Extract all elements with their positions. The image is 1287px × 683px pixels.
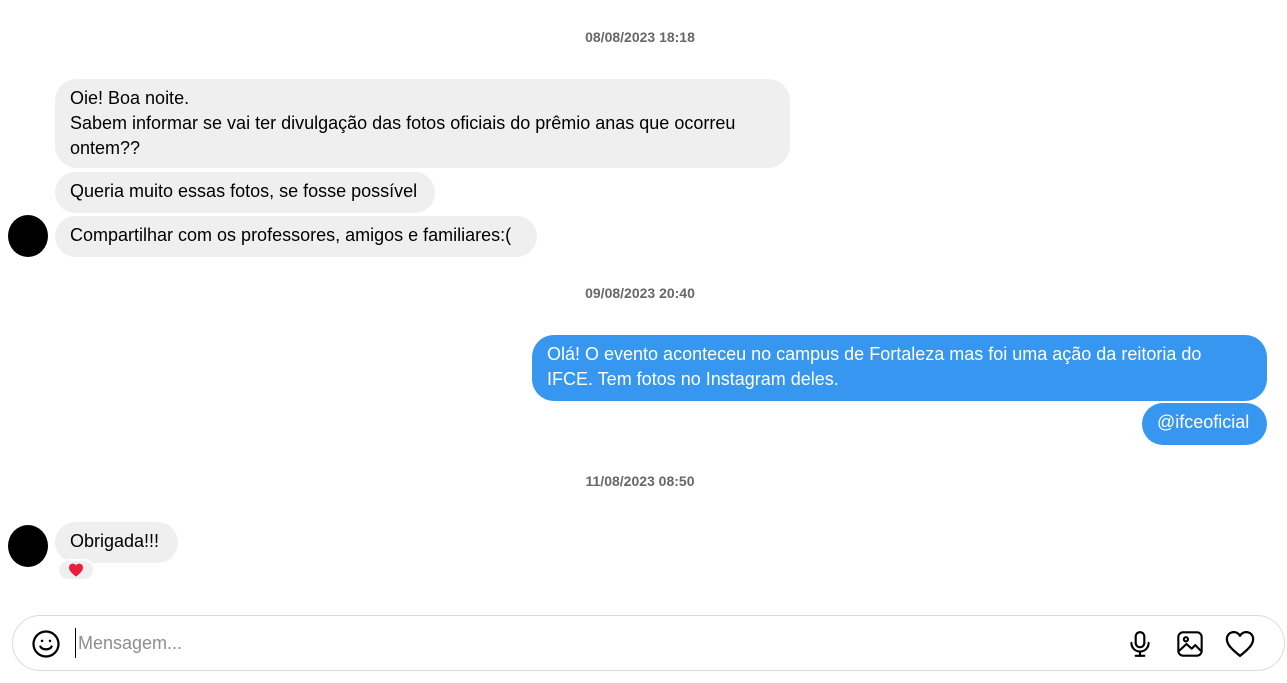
message-text: @ifceoficial (1157, 412, 1250, 432)
emoji-icon[interactable] (30, 628, 62, 660)
avatar[interactable] (8, 215, 48, 257)
image-icon[interactable] (1174, 628, 1206, 660)
message-text: Obrigada!!! (70, 531, 160, 551)
message-composer (12, 615, 1285, 671)
incoming-message-bubble[interactable]: Queria muito essas fotos, se fosse possí… (55, 172, 435, 213)
incoming-message-bubble[interactable]: Obrigada!!! (55, 522, 178, 563)
timestamp: 08/08/2023 18:18 (585, 29, 695, 45)
incoming-message-bubble[interactable]: Oie! Boa noite. Sabem informar se vai te… (55, 79, 790, 168)
message-text: Compartilhar com os professores, amigos … (70, 225, 512, 245)
timestamp: 09/08/2023 20:40 (585, 285, 695, 301)
message-text: Oie! Boa noite. (70, 88, 190, 108)
heart-icon[interactable] (1224, 628, 1256, 660)
message-input[interactable] (75, 628, 1098, 658)
outgoing-message-bubble[interactable]: Olá! O evento aconteceu no campus de For… (532, 335, 1267, 401)
message-text: Queria muito essas fotos, se fosse possí… (70, 181, 418, 201)
heart-reaction-icon (69, 563, 83, 577)
chat-window: 08/08/2023 18:18 Oie! Boa noite. Sabem i… (0, 0, 1287, 683)
incoming-message-bubble[interactable]: Compartilhar com os professores, amigos … (55, 216, 537, 257)
message-text: Olá! O evento aconteceu no campus de For… (547, 344, 1202, 389)
outgoing-message-bubble[interactable]: @ifceoficial (1142, 403, 1267, 445)
avatar[interactable] (8, 525, 48, 567)
message-text: Sabem informar se vai ter divulgação das… (70, 113, 736, 158)
microphone-icon[interactable] (1124, 628, 1156, 660)
timestamp: 11/08/2023 08:50 (585, 473, 695, 489)
reaction-badge[interactable] (57, 559, 95, 581)
